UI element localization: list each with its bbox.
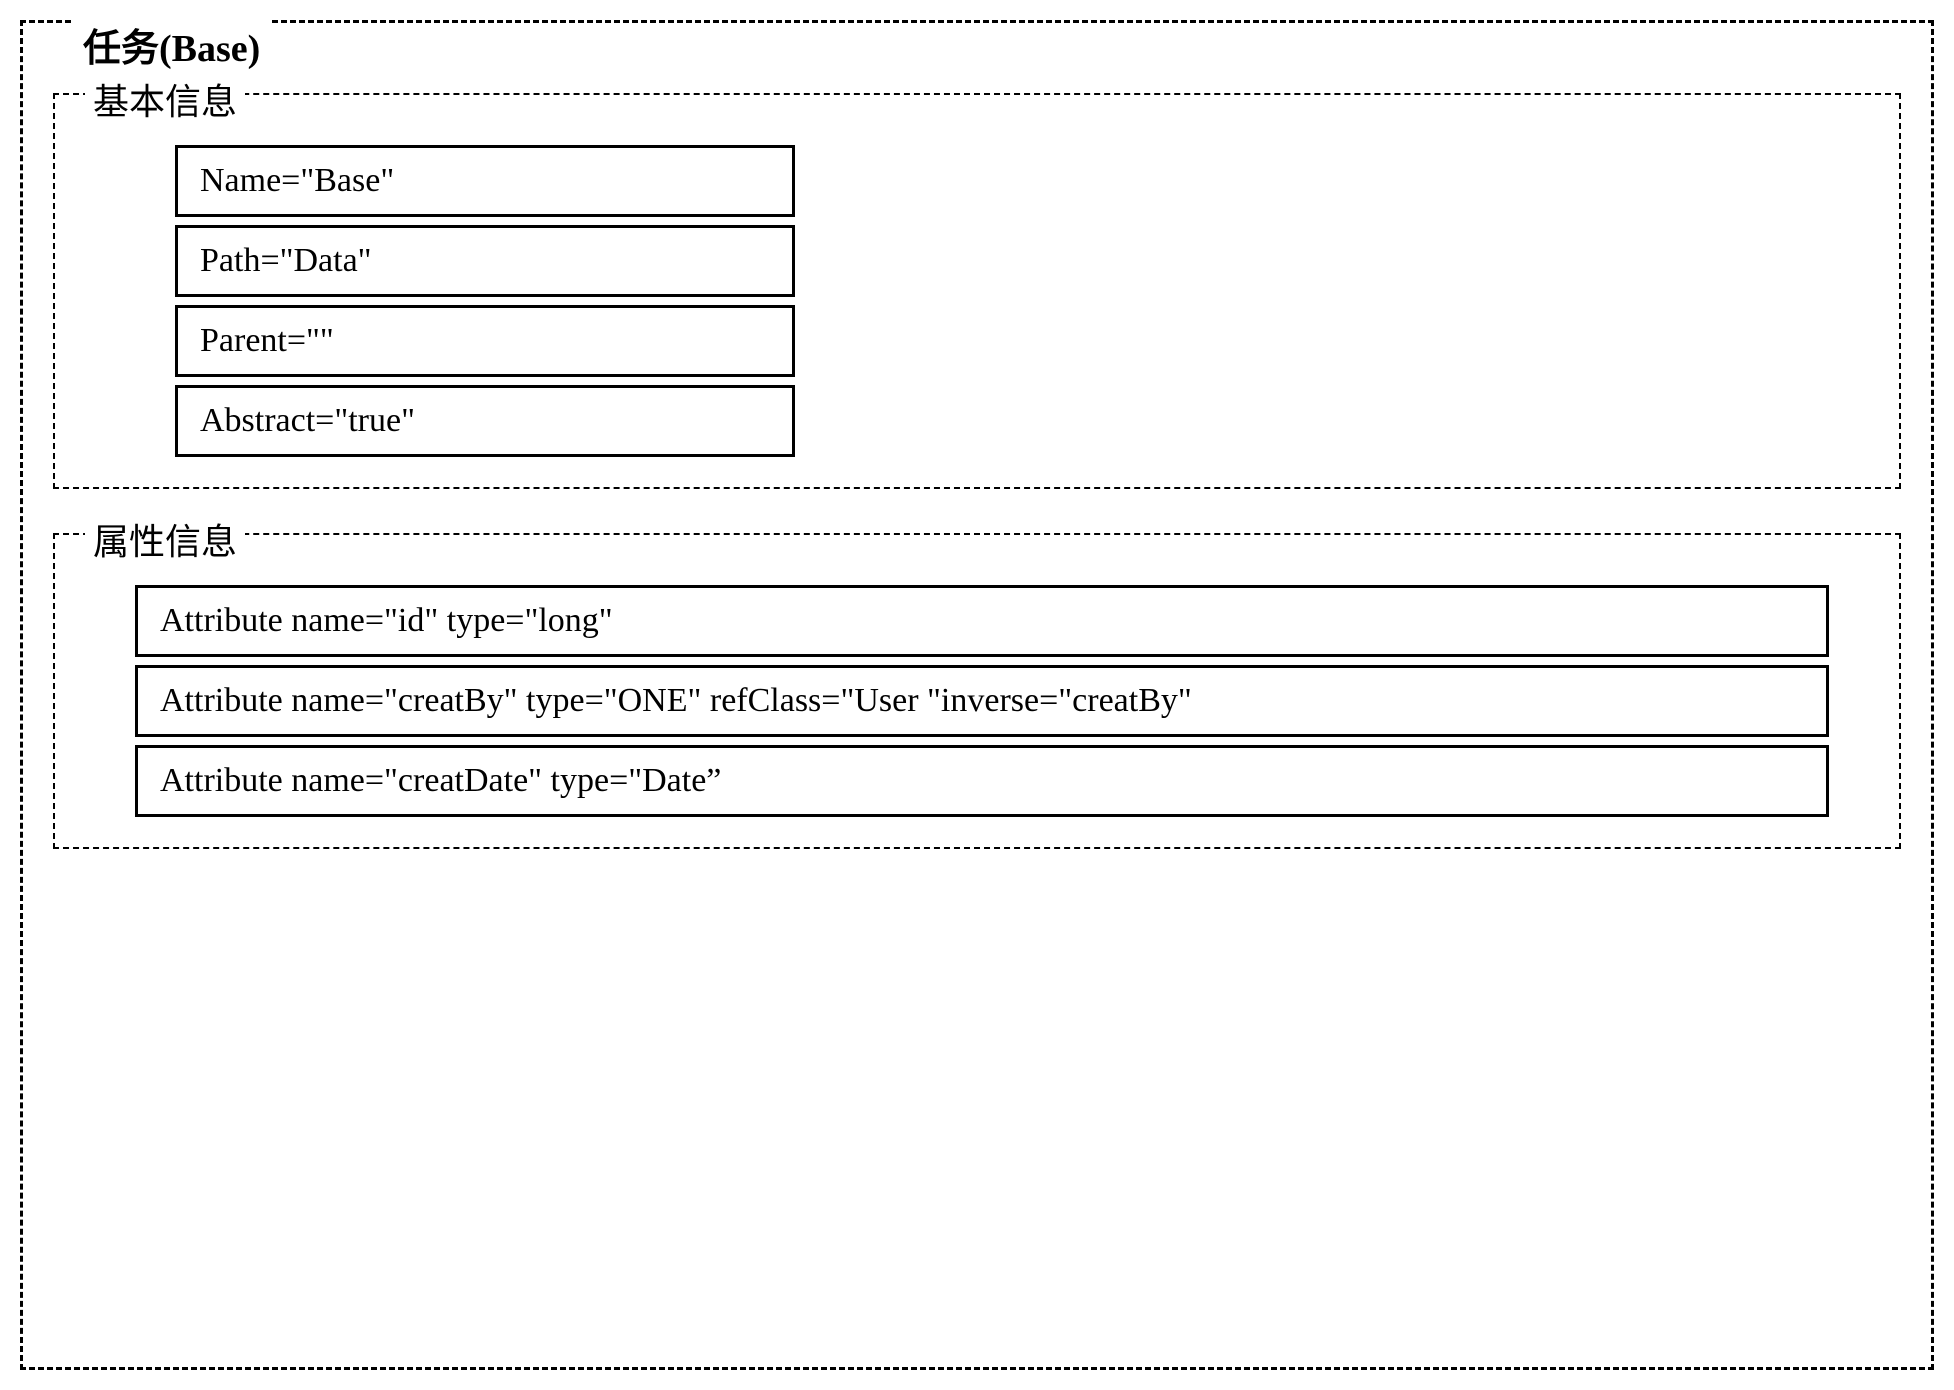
basic-name-cell: Name="Base" — [175, 145, 795, 217]
basic-abstract-cell: Abstract="true" — [175, 385, 795, 457]
basic-parent-cell: Parent="" — [175, 305, 795, 377]
basic-info-title: 基本信息 — [85, 73, 245, 125]
attribute-row-creatdate: Attribute name="creatDate" type="Date” — [135, 745, 1829, 817]
basic-info-stack: Name="Base" Path="Data" Parent="" Abstra… — [105, 125, 1859, 457]
outer-title: 任务(Base) — [73, 17, 270, 72]
basic-info-box: 基本信息 Name="Base" Path="Data" Parent="" A… — [53, 93, 1901, 489]
attribute-row-id: Attribute name="id" type="long" — [135, 585, 1829, 657]
attribute-info-box: 属性信息 Attribute name="id" type="long" Att… — [53, 533, 1901, 849]
attribute-info-stack: Attribute name="id" type="long" Attribut… — [105, 565, 1859, 817]
task-base-container: 任务(Base) 基本信息 Name="Base" Path="Data" Pa… — [20, 20, 1934, 1370]
attribute-row-creatby: Attribute name="creatBy" type="ONE" refC… — [135, 665, 1829, 737]
attribute-info-title: 属性信息 — [85, 513, 245, 565]
basic-path-cell: Path="Data" — [175, 225, 795, 297]
